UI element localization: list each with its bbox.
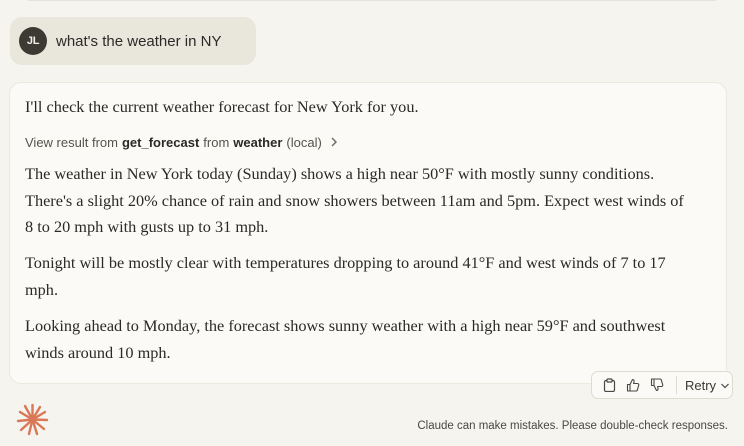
action-divider: [676, 376, 677, 394]
avatar[interactable]: JL: [19, 27, 47, 55]
user-message-text: what's the weather in NY: [56, 32, 222, 50]
chevron-down-icon: [720, 378, 730, 393]
tool-name: get_forecast: [121, 135, 200, 150]
assistant-paragraph: Looking ahead to Monday, the forecast sh…: [25, 316, 666, 362]
assistant-intro: I'll check the current weather forecast …: [25, 97, 419, 116]
claude-logo-icon: [16, 403, 49, 436]
server-suffix: (local): [286, 135, 322, 150]
assistant-paragraph: The weather in New York today (Sunday) s…: [25, 164, 684, 236]
top-divider: [28, 0, 716, 1]
tool-result-middle: from: [203, 135, 230, 150]
thumbs-up-icon[interactable]: [624, 376, 642, 394]
copy-icon[interactable]: [600, 376, 618, 394]
retry-button[interactable]: Retry: [685, 378, 730, 393]
disclaimer-text: Claude can make mistakes. Please double-…: [417, 420, 728, 432]
assistant-message: I'll check the current weather forecast …: [9, 82, 727, 384]
assistant-paragraph: Tonight will be mostly clear with temper…: [25, 253, 666, 299]
chevron-right-icon: [330, 136, 338, 150]
tool-result-prefix: View result from: [25, 135, 118, 150]
thumbs-down-icon[interactable]: [648, 376, 666, 394]
retry-label: Retry: [685, 377, 717, 393]
message-actions: Retry: [591, 371, 733, 399]
tool-result-link[interactable]: View result from get_forecast from weath…: [25, 135, 338, 150]
user-message: JL what's the weather in NY: [10, 17, 256, 65]
server-name: weather: [233, 135, 283, 150]
